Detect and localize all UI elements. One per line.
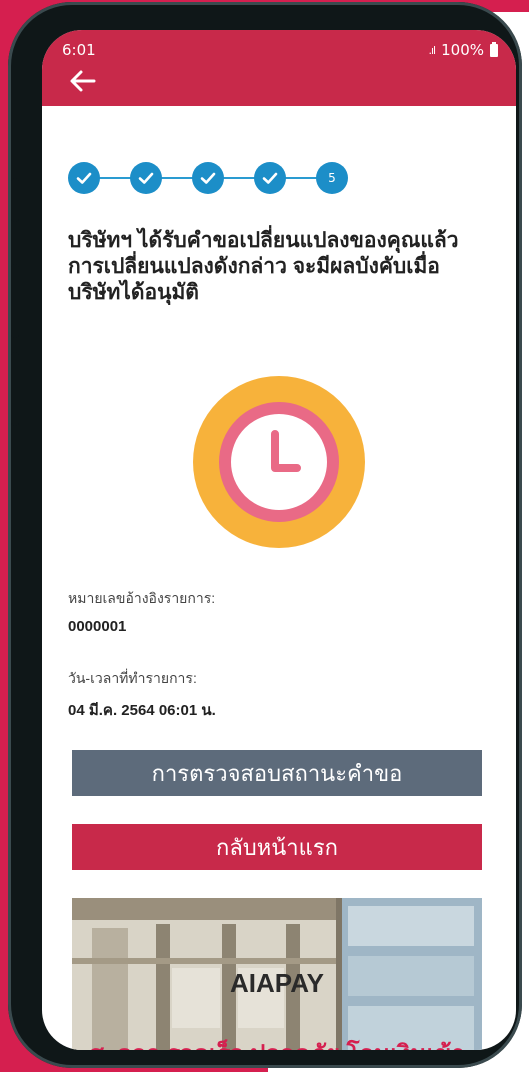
step-4-done <box>254 162 286 194</box>
status-time: 6:01 <box>62 41 96 59</box>
progress-stepper: 5 <box>68 160 348 196</box>
step-5-current: 5 <box>316 162 348 194</box>
check-icon <box>262 172 278 184</box>
reference-number-label: หมายเลขอ้างอิงรายการ: <box>68 590 216 606</box>
battery-icon <box>490 41 498 57</box>
back-to-home-button[interactable]: กลับหน้าแรก <box>72 824 482 870</box>
check-icon <box>200 172 216 184</box>
status-indicators: .ıl 100% <box>428 41 498 59</box>
phone-side-button <box>11 264 19 338</box>
reference-number-value: 0000001 <box>68 618 127 635</box>
phone-screen: 6:01 .ıl 100% 5 บริษัทฯ ได้รับคำขอเปลี่ย… <box>42 30 516 1050</box>
arrow-left-icon[interactable] <box>66 64 100 98</box>
check-icon <box>76 172 92 184</box>
app-bar: 6:01 .ıl 100% <box>42 30 516 106</box>
step-1-done <box>68 162 100 194</box>
battery-level: 100% <box>441 41 484 59</box>
phone-side-button <box>11 352 19 426</box>
signal-icon: .ıl <box>428 43 437 57</box>
confirmation-message: บริษัทฯ ได้รับคำขอเปลี่ยนแปลงของคุณแล้ว … <box>68 229 459 304</box>
transaction-datetime-value: 04 มี.ค. 2564 06:01 น. <box>68 702 216 719</box>
step-2-done <box>130 162 162 194</box>
step-3-done <box>192 162 224 194</box>
clock-icon <box>193 376 365 548</box>
check-icon <box>138 172 154 184</box>
transaction-datetime-label: วัน-เวลาที่ทำรายการ: <box>68 670 197 686</box>
banner-title: AIAPAY <box>230 968 324 998</box>
phone-side-button <box>11 178 19 222</box>
check-request-status-button[interactable]: การตรวจสอบสถานะคำขอ <box>72 750 482 796</box>
banner-subtitle: สะดวก รวดเร็ว ปลอดภัย โอนเงินเข้า <box>72 1034 482 1050</box>
phone-frame: 6:01 .ıl 100% 5 บริษัทฯ ได้รับคำขอเปลี่ย… <box>8 2 522 1068</box>
promo-banner[interactable]: AIAPAY สะดวก รวดเร็ว ปลอดภัย โอนเงินเข้า <box>72 898 482 1050</box>
